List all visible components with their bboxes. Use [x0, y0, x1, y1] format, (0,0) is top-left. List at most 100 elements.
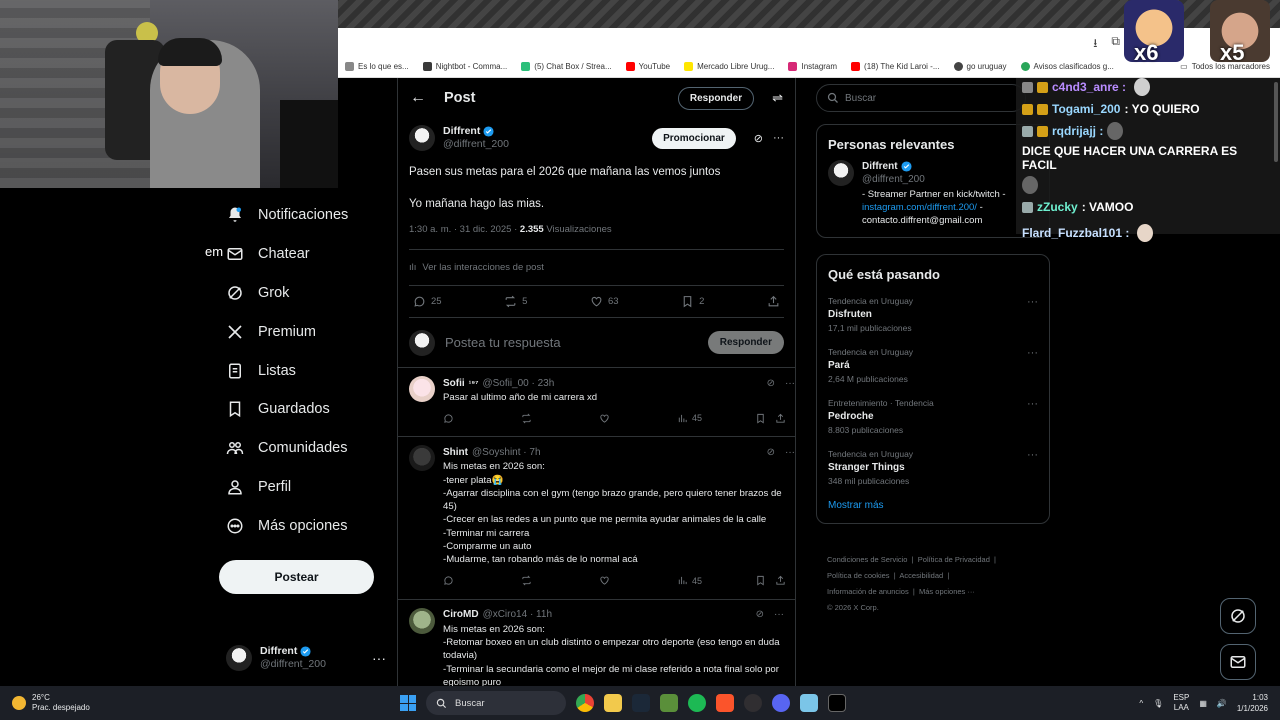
obs-icon[interactable] — [744, 694, 762, 712]
grok-icon[interactable]: ⊘ — [756, 609, 764, 620]
trend-item[interactable]: Tendencia en Uruguay Disfruten 17,1 mil … — [817, 290, 1049, 341]
messages-fab-button[interactable] — [1220, 644, 1256, 680]
more-dots-icon[interactable]: ··· — [1027, 296, 1038, 308]
spotify-icon[interactable] — [688, 694, 706, 712]
post-button[interactable]: Postear — [219, 560, 374, 594]
trend-item[interactable]: Entretenimiento · Tendencia Pedroche 8.8… — [817, 392, 1049, 443]
footer-link[interactable]: Información de anuncios — [827, 587, 909, 596]
bookmark-item[interactable]: Avisos clasificados g... — [1014, 62, 1121, 71]
footer-link[interactable]: Condiciones de Servicio — [827, 555, 907, 564]
avatar[interactable] — [409, 376, 435, 402]
bookmark-action[interactable]: 2 — [681, 295, 704, 308]
nav-premium[interactable]: Premium — [218, 312, 388, 351]
composer-reply-button[interactable]: Responder — [707, 331, 784, 354]
person-handle[interactable]: @diffrent_200 — [862, 173, 1006, 186]
folder-icon[interactable] — [604, 694, 622, 712]
more-dots-icon[interactable]: ··· — [785, 378, 795, 389]
footer-link[interactable]: Política de Privacidad — [918, 555, 990, 564]
clock[interactable]: 1:03 1/1/2026 — [1237, 692, 1268, 714]
avatar[interactable] — [409, 445, 435, 472]
nav-grok[interactable]: Grok — [218, 274, 388, 313]
bookmark-item[interactable]: (5) Chat Box / Strea... — [514, 62, 618, 71]
brave-icon[interactable] — [716, 694, 734, 712]
nav-chat[interactable]: Chatear — [218, 235, 388, 274]
reply-action[interactable] — [443, 575, 521, 586]
reply-post[interactable]: CiroMD @xCiro14 · 11h ⊘ ··· Mis metas en … — [398, 600, 795, 686]
show-more-link[interactable]: Mostrar más — [817, 494, 1049, 523]
footer-link[interactable]: Accesibilidad — [899, 571, 943, 580]
share-action[interactable] — [775, 575, 795, 586]
avatar[interactable] — [409, 125, 435, 151]
reply-author-handle[interactable]: @Sofii_00 · 23h — [482, 378, 554, 389]
grok-icon[interactable]: ⊘ — [767, 447, 775, 458]
chrome-icon[interactable] — [576, 694, 594, 712]
views-action[interactable]: 45 — [677, 413, 755, 424]
repost-action[interactable]: 5 — [504, 295, 527, 308]
bio-link[interactable]: instagram.com/diffrent.200/ — [862, 202, 977, 213]
bookmark-item[interactable]: (18) The Kid Laroi -... — [844, 62, 946, 71]
language-indicator[interactable]: ESP LAA — [1173, 693, 1189, 713]
promote-button[interactable]: Promocionar — [652, 127, 736, 149]
post-timestamp[interactable]: 1:30 a. m. · 31 dic. 2025 · — [409, 224, 520, 235]
more-dots-icon[interactable]: ··· — [1027, 347, 1038, 359]
download-icon[interactable]: ⭳ — [1093, 34, 1097, 55]
reply-author-name[interactable]: Sofii — [443, 378, 465, 389]
reply-action[interactable]: 25 — [413, 295, 442, 308]
steam-icon[interactable] — [632, 694, 650, 712]
share-action[interactable] — [775, 413, 795, 424]
nav-bookmarks[interactable]: Guardados — [218, 390, 388, 429]
more-dots-icon[interactable]: ··· — [774, 609, 784, 620]
reply-author-name[interactable]: Shint — [443, 447, 468, 458]
account-switcher[interactable]: Diffrent @diffrent_200 ··· — [226, 642, 386, 674]
grok-fab-button[interactable] — [1220, 598, 1256, 634]
header-reply-button[interactable]: Responder — [677, 86, 755, 110]
trend-item[interactable]: Tendencia en Uruguay Stranger Things 348… — [817, 443, 1049, 494]
taskbar-search[interactable]: Buscar — [426, 691, 566, 715]
reply-author-handle[interactable]: @xCiro14 · 11h — [483, 609, 552, 620]
reply-input[interactable]: Postea tu respuesta — [445, 335, 561, 350]
discord-icon[interactable] — [772, 694, 790, 712]
bookmark-action[interactable] — [755, 575, 775, 586]
repost-action[interactable] — [521, 413, 599, 424]
bookmark-item[interactable]: Instagram — [781, 62, 844, 71]
trend-item[interactable]: Tendencia en Uruguay Pará 2,64 M publica… — [817, 341, 1049, 392]
volume-icon[interactable]: 🔊 — [1217, 699, 1227, 708]
more-dots-icon[interactable]: ··· — [785, 447, 795, 458]
views-action[interactable]: 45 — [677, 575, 755, 586]
bookmark-action[interactable] — [755, 413, 775, 424]
sliders-icon[interactable]: ⇌ — [772, 90, 783, 106]
author-display-name[interactable]: Diffrent — [443, 125, 480, 138]
avatar[interactable] — [409, 607, 435, 634]
nav-more-options[interactable]: Más opciones — [218, 506, 388, 545]
relevant-person[interactable]: Diffrent @diffrent_200 - Streamer Partne… — [817, 160, 1049, 237]
start-button[interactable] — [400, 695, 416, 711]
mic-icon[interactable]: 🎙 — [1153, 699, 1163, 708]
person-display-name[interactable]: Diffrent — [862, 160, 898, 173]
bookmark-item[interactable]: Nightbot - Comma... — [416, 62, 515, 71]
like-action[interactable]: 63 — [590, 295, 619, 308]
extensions-icon[interactable]: ⧉ — [1111, 34, 1120, 55]
author-handle[interactable]: @diffrent_200 — [443, 138, 509, 151]
notepad-icon[interactable] — [800, 694, 818, 712]
search-input[interactable]: Buscar — [816, 84, 1026, 112]
bookmark-item[interactable]: YouTube — [619, 62, 677, 71]
bookmark-item[interactable]: Mercado Libre Urug... — [677, 62, 781, 71]
avatar[interactable] — [828, 160, 854, 186]
footer-link[interactable]: Más opciones ··· — [919, 587, 975, 596]
more-dots-icon[interactable]: ··· — [1027, 449, 1038, 461]
reply-post[interactable]: Sofii ¹⁹⁷ @Sofii_00 · 23h ⊘ ··· Pasar al u… — [398, 368, 795, 438]
nav-notifications[interactable]: Notificaciones — [218, 196, 388, 235]
back-arrow-icon[interactable]: ← — [410, 89, 426, 107]
footer-link[interactable]: Política de cookies — [827, 571, 890, 580]
nav-profile[interactable]: Perfil — [218, 468, 388, 507]
x-app-icon[interactable] — [828, 694, 846, 712]
nav-lists[interactable]: Listas — [218, 351, 388, 390]
chevron-up-icon[interactable]: ^ — [1139, 699, 1143, 708]
network-icon[interactable]: ▦ — [1199, 699, 1207, 708]
minecraft-icon[interactable] — [660, 694, 678, 712]
more-dots-icon[interactable]: ··· — [1027, 398, 1038, 410]
nav-communities[interactable]: Comunidades — [218, 429, 388, 468]
share-action[interactable] — [767, 295, 780, 308]
like-action[interactable] — [599, 575, 677, 586]
reply-author-handle[interactable]: @Soyshint · 7h — [472, 447, 541, 458]
